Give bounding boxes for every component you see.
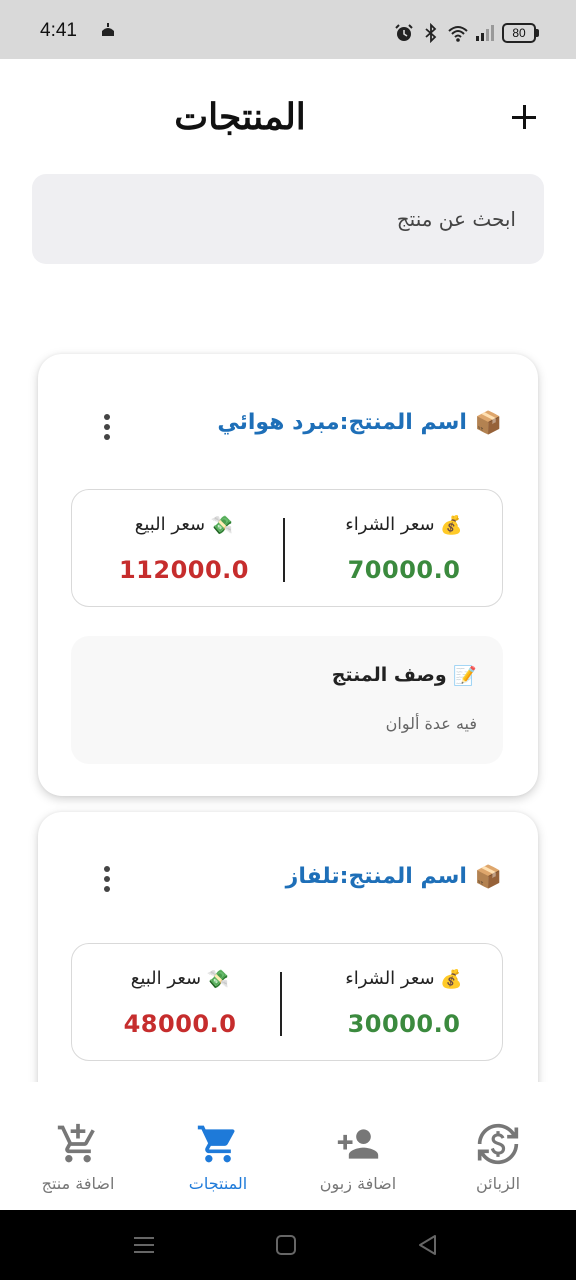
sell-price-section: 💸 سعر البيع 112000.0 [84,514,284,584]
money-bag-icon: 💰 [440,514,463,536]
package-icon: 📦 [474,410,502,436]
money-wings-icon: 💸 [210,514,234,536]
more-options-icon[interactable] [102,412,112,442]
nav-label: الزبائن [475,1174,521,1193]
wifi-icon [448,26,468,42]
nav-add-customer[interactable]: اضافة زبون [286,1082,430,1210]
cart-icon [197,1125,235,1163]
nav-products[interactable]: المنتجات [146,1082,290,1210]
home-icon[interactable] [274,1233,298,1257]
buy-price-section: 💰 سعر الشراء 30000.0 [304,968,504,1038]
search-input[interactable] [32,174,544,264]
sell-price-label: سعر البيع [134,514,206,535]
signal-icon [476,25,494,41]
buy-price-label: سعر الشراء [345,968,435,989]
money-bag-icon: 💰 [440,968,463,990]
battery-icon: 80 [502,23,539,43]
buy-price-label: سعر الشراء [345,514,435,535]
buy-price-value: 70000.0 [347,555,461,584]
price-box: 💰 سعر الشراء 70000.0 💸 سعر البيع 112000.… [71,489,503,607]
description-title: وصف المنتج [331,664,447,686]
product-name: 📦 اسم المنتج:مبرد هوائي [217,410,502,436]
buy-price-value: 30000.0 [347,1009,461,1038]
nav-add-product[interactable]: اضافة منتج [6,1082,150,1210]
sell-price-value: 48000.0 [123,1009,237,1038]
sell-price-section: 💸 سعر البيع 48000.0 [80,968,280,1038]
product-list[interactable]: 📦 اسم المنتج:مبرد هوائي 💰 سعر الشراء 700… [0,264,576,1082]
nav-label: اضافة زبون [319,1174,397,1193]
product-card: 📦 اسم المنتج:مبرد هوائي 💰 سعر الشراء 700… [38,354,538,796]
divider [280,972,282,1036]
description-box: 📝 وصف المنتج فيه عدة ألوان [71,636,503,764]
bluetooth-icon [425,23,437,43]
bottom-navigation: اضافة منتج المنتجات اضافة زبون الزبائن [0,1082,576,1210]
sell-price-value: 112000.0 [118,555,249,584]
nav-label: المنتجات [188,1174,248,1193]
more-options-icon[interactable] [102,864,112,894]
page-title: المنتجات [174,96,306,138]
back-icon[interactable] [416,1233,440,1257]
package-icon: 📦 [474,864,502,890]
buy-price-section: 💰 سعر الشراء 70000.0 [304,514,504,584]
mosque-icon [102,23,114,36]
alarm-icon [395,24,413,41]
menu-icon[interactable] [132,1233,156,1257]
status-time: 4:41 [40,20,77,41]
price-box: 💰 سعر الشراء 30000.0 💸 سعر البيع 48000.0 [71,943,503,1061]
add-person-icon [337,1129,379,1159]
plus-icon[interactable] [510,103,538,131]
currency-exchange-icon [477,1123,519,1165]
add-cart-icon [57,1123,95,1163]
nav-customers[interactable]: الزبائن [426,1082,570,1210]
description-text: فيه عدة ألوان [385,714,477,733]
system-nav-bar [0,1210,576,1280]
app-header: المنتجات [0,59,576,169]
memo-icon: 📝 [453,665,477,687]
status-icons: 80 [394,20,539,46]
product-name: 📦 اسم المنتج:تلفاز [285,864,502,890]
status-bar: 4:41 80 [0,0,576,59]
money-wings-icon: 💸 [206,968,230,990]
product-card: 📦 اسم المنتج:تلفاز 💰 سعر الشراء 30000.0 … [38,812,538,1082]
sell-price-label: سعر البيع [130,968,202,989]
nav-label: اضافة منتج [41,1174,115,1193]
